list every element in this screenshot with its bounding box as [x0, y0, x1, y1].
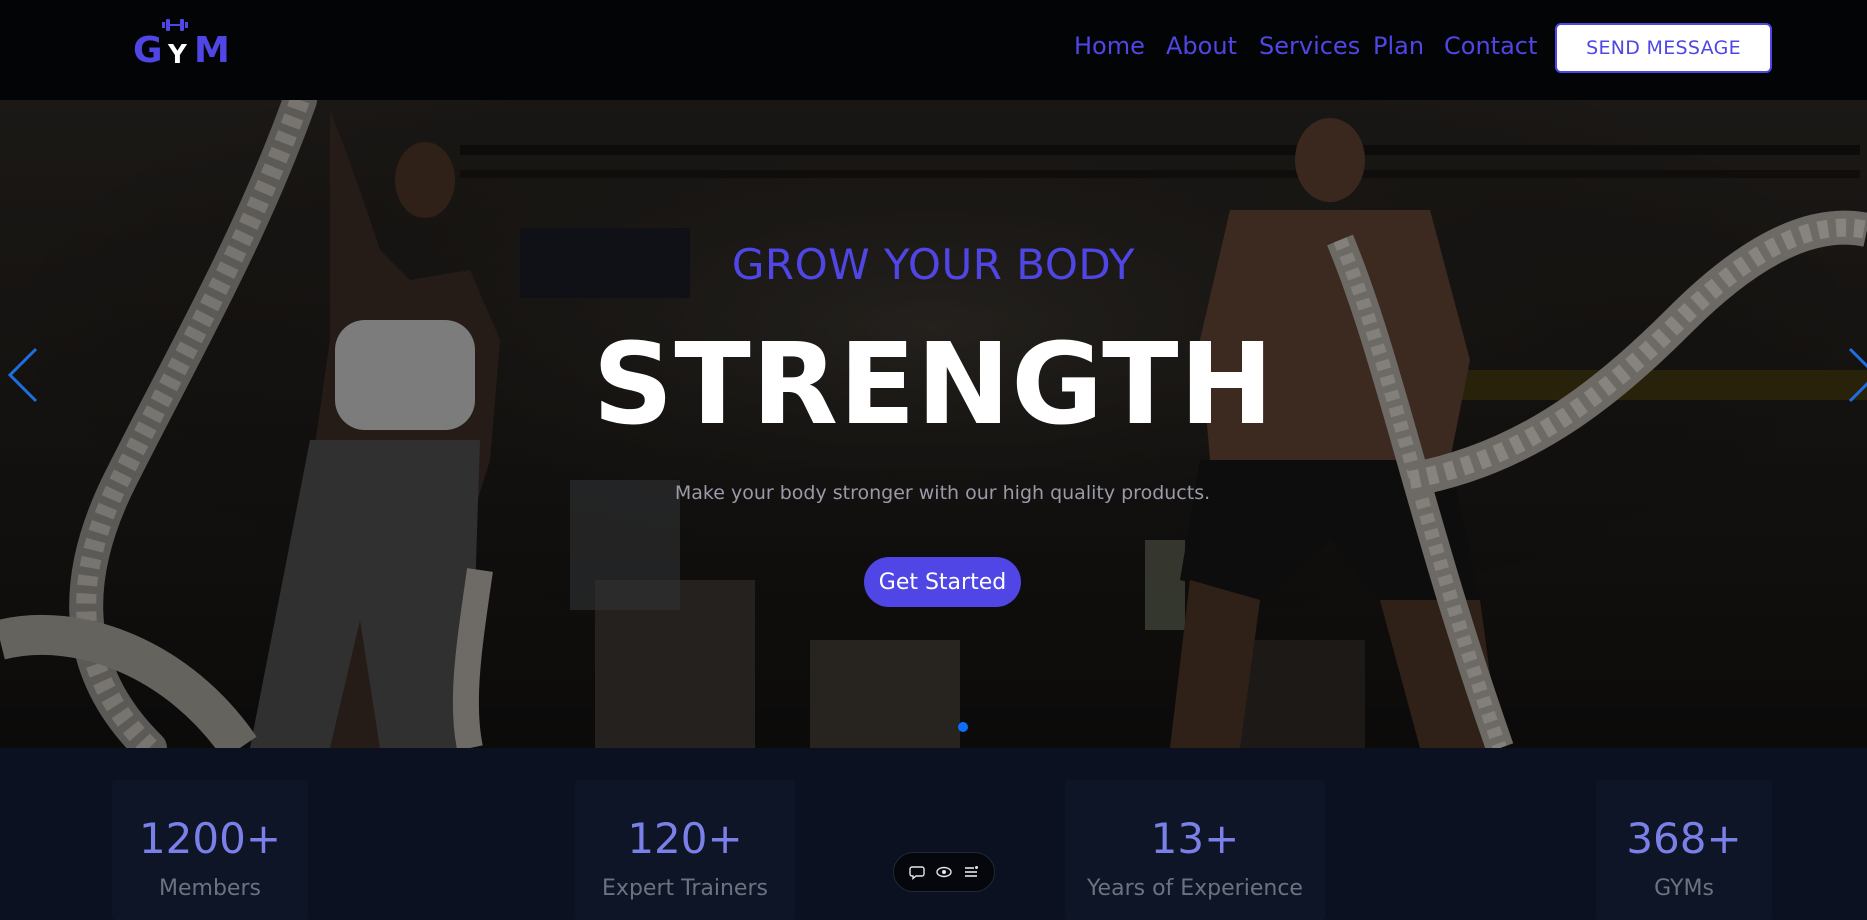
brand-letter-g: G: [133, 30, 163, 71]
floating-toolbar: [893, 852, 995, 892]
hero-carousel: GROW YOUR BODY STRENGTH Make your body s…: [0, 100, 1867, 748]
stat-card-members: 1200+ Members: [112, 780, 308, 920]
eye-icon[interactable]: [934, 862, 954, 882]
stat-value: 120+: [627, 814, 743, 863]
chevron-left-icon[interactable]: [4, 345, 44, 405]
send-message-button[interactable]: SEND MESSAGE: [1555, 23, 1772, 73]
stat-value: 1200+: [138, 814, 282, 863]
hero-description: Make your body stronger with our high qu…: [674, 482, 1211, 504]
hero-subtitle: GROW YOUR BODY: [731, 240, 1136, 289]
get-started-button[interactable]: Get Started: [864, 557, 1021, 607]
hero-title: STRENGTH: [592, 320, 1275, 450]
stat-label: Members: [159, 876, 261, 901]
brand-letter-y: Y: [168, 40, 187, 70]
navbar: G Y M Home About Services Plan Contact S…: [0, 0, 1867, 100]
nav-contact-link[interactable]: Contact: [1444, 32, 1537, 60]
stat-value: 368+: [1626, 814, 1742, 863]
stat-card-gyms: 368+ GYMs: [1596, 780, 1772, 920]
dumbbell-icon: [162, 19, 188, 31]
stat-label: GYMs: [1654, 876, 1714, 901]
chevron-right-icon[interactable]: [1842, 345, 1867, 405]
brand-letter-m: M: [194, 30, 230, 71]
stat-label: Years of Experience: [1087, 876, 1303, 901]
stat-label: Expert Trainers: [602, 876, 768, 901]
nav-about-link[interactable]: About: [1166, 32, 1237, 60]
nav-home-link[interactable]: Home: [1074, 32, 1145, 60]
brand-logo[interactable]: G Y M: [132, 18, 232, 74]
carousel-indicator-dot[interactable]: [958, 722, 968, 732]
stat-card-experience: 13+ Years of Experience: [1065, 780, 1325, 920]
stat-card-trainers: 120+ Expert Trainers: [575, 780, 795, 920]
stat-value: 13+: [1150, 814, 1240, 863]
nav-services-link[interactable]: Services: [1259, 32, 1360, 60]
chat-icon[interactable]: [907, 862, 927, 882]
nav-plan-link[interactable]: Plan: [1373, 32, 1424, 60]
menu-icon[interactable]: [961, 862, 981, 882]
